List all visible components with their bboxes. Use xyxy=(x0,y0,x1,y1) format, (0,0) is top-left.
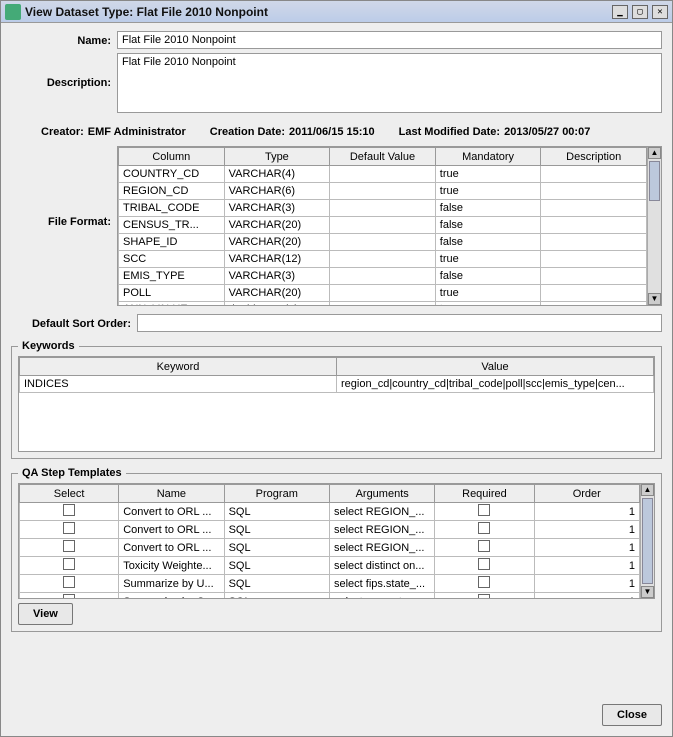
qa-header-name[interactable]: Name xyxy=(119,485,224,503)
scroll-thumb[interactable] xyxy=(649,161,660,201)
required-checkbox[interactable] xyxy=(478,594,490,598)
ff-header-mandatory[interactable]: Mandatory xyxy=(435,148,541,166)
last-modified-label: Last Modified Date: xyxy=(399,126,500,138)
select-checkbox[interactable] xyxy=(63,522,75,534)
table-row[interactable]: CENSUS_TR...VARCHAR(20)false xyxy=(119,217,647,234)
close-icon[interactable]: ✕ xyxy=(652,5,668,19)
qa-legend: QA Step Templates xyxy=(18,467,126,479)
scroll-down-icon[interactable]: ▼ xyxy=(641,586,654,598)
description-label: Description: xyxy=(11,53,111,89)
table-row[interactable]: TRIBAL_CODEVARCHAR(3)false xyxy=(119,200,647,217)
kw-header-keyword[interactable]: Keyword xyxy=(20,358,337,376)
creator-label: Creator: xyxy=(41,126,84,138)
minimize-icon[interactable]: ▁ xyxy=(612,5,628,19)
window-frame: View Dataset Type: Flat File 2010 Nonpoi… xyxy=(0,0,673,737)
keywords-legend: Keywords xyxy=(18,340,79,352)
close-button[interactable]: Close xyxy=(602,704,662,726)
ff-header-column[interactable]: Column xyxy=(119,148,225,166)
table-row[interactable]: EMIS_TYPEVARCHAR(3)false xyxy=(119,268,647,285)
table-row[interactable]: SCCVARCHAR(12)true xyxy=(119,251,647,268)
keywords-fieldset: Keywords Keyword Value INDICESregion_cd|… xyxy=(11,340,662,459)
app-icon xyxy=(5,4,21,20)
qa-header-arguments[interactable]: Arguments xyxy=(329,485,434,503)
ff-header-type[interactable]: Type xyxy=(224,148,330,166)
ff-header-default[interactable]: Default Value xyxy=(330,148,436,166)
creator-value: EMF Administrator xyxy=(88,126,186,138)
table-row[interactable]: REGION_CDVARCHAR(6)true xyxy=(119,183,647,200)
scroll-up-icon[interactable]: ▲ xyxy=(641,484,654,496)
titlebar: View Dataset Type: Flat File 2010 Nonpoi… xyxy=(1,1,672,23)
required-checkbox[interactable] xyxy=(478,522,490,534)
table-row[interactable]: INDICESregion_cd|country_cd|tribal_code|… xyxy=(20,376,654,393)
ff-header-description[interactable]: Description xyxy=(541,148,647,166)
qa-header-order[interactable]: Order xyxy=(534,485,639,503)
table-row[interactable]: ANN_VALUEdouble precisi...true xyxy=(119,302,647,306)
qa-header-select[interactable]: Select xyxy=(20,485,119,503)
table-row[interactable]: Summarize by U...SQLselect fips.state_..… xyxy=(20,575,640,593)
last-modified-value: 2013/05/27 00:07 xyxy=(504,126,590,138)
table-row[interactable]: COUNTRY_CDVARCHAR(4)true xyxy=(119,166,647,183)
file-format-label: File Format: xyxy=(11,146,111,228)
qa-fieldset: QA Step Templates Select Name Program Ar… xyxy=(11,467,662,632)
required-checkbox[interactable] xyxy=(478,558,490,570)
select-checkbox[interactable] xyxy=(63,540,75,552)
description-field[interactable]: Flat File 2010 Nonpoint xyxy=(117,53,662,113)
required-checkbox[interactable] xyxy=(478,540,490,552)
default-sort-order-field[interactable] xyxy=(137,314,662,332)
required-checkbox[interactable] xyxy=(478,504,490,516)
name-field[interactable] xyxy=(117,31,662,49)
table-row[interactable]: Toxicity Weighte...SQLselect distinct on… xyxy=(20,557,640,575)
table-row[interactable]: Convert to ORL ...SQLselect REGION_...1 xyxy=(20,503,640,521)
select-checkbox[interactable] xyxy=(63,504,75,516)
select-checkbox[interactable] xyxy=(63,576,75,588)
window-title: View Dataset Type: Flat File 2010 Nonpoi… xyxy=(25,5,612,19)
required-checkbox[interactable] xyxy=(478,576,490,588)
qa-scrollbar[interactable]: ▲ ▼ xyxy=(640,484,654,598)
table-row[interactable]: Convert to ORL ...SQLselect REGION_...1 xyxy=(20,521,640,539)
creation-date-value: 2011/06/15 15:10 xyxy=(289,126,375,138)
file-format-scrollbar[interactable]: ▲ ▼ xyxy=(647,147,661,305)
table-row[interactable]: POLLVARCHAR(20)true xyxy=(119,285,647,302)
scroll-thumb[interactable] xyxy=(642,498,653,584)
table-row[interactable]: SHAPE_IDVARCHAR(20)false xyxy=(119,234,647,251)
kw-header-value[interactable]: Value xyxy=(337,358,654,376)
select-checkbox[interactable] xyxy=(63,594,75,598)
default-sort-order-label: Default Sort Order: xyxy=(11,314,131,330)
qa-table[interactable]: Select Name Program Arguments Required O… xyxy=(19,484,640,598)
qa-header-required[interactable]: Required xyxy=(435,485,534,503)
table-row[interactable]: Summarize by C...SQLselect e.country_...… xyxy=(20,593,640,599)
name-label: Name: xyxy=(11,31,111,47)
creation-date-label: Creation Date: xyxy=(210,126,285,138)
keywords-table[interactable]: Keyword Value INDICESregion_cd|country_c… xyxy=(19,357,654,393)
file-format-table[interactable]: Column Type Default Value Mandatory Desc… xyxy=(118,147,647,305)
table-row[interactable]: Convert to ORL ...SQLselect REGION_...1 xyxy=(20,539,640,557)
scroll-down-icon[interactable]: ▼ xyxy=(648,293,661,305)
select-checkbox[interactable] xyxy=(63,558,75,570)
qa-header-program[interactable]: Program xyxy=(224,485,329,503)
view-button[interactable]: View xyxy=(18,603,73,625)
scroll-up-icon[interactable]: ▲ xyxy=(648,147,661,159)
maximize-icon[interactable]: ▢ xyxy=(632,5,648,19)
